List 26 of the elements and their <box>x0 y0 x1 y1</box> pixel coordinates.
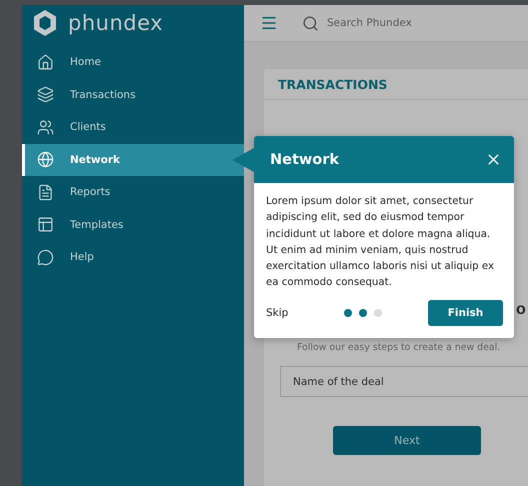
nav-item[interactable]: Clients <box>22 111 244 144</box>
card-heading: o <box>516 300 526 320</box>
nav-item[interactable]: Reports <box>22 176 244 208</box>
nav-item[interactable]: Home <box>22 46 244 78</box>
nav-item[interactable]: Help <box>22 241 244 274</box>
layers-icon <box>37 86 54 104</box>
deal-name-field[interactable]: Name of the deal <box>280 366 528 397</box>
menu-icon[interactable] <box>260 14 278 32</box>
next-button[interactable]: Next <box>333 426 481 455</box>
nav-item[interactable]: Transactions <box>22 78 244 111</box>
home-icon <box>37 54 54 71</box>
skip-button[interactable]: Skip <box>266 306 288 319</box>
card-subtitle: Follow our easy steps to create a new deal. <box>297 342 500 353</box>
search-icon <box>302 14 319 32</box>
card-title: TRANSACTIONS <box>264 69 528 100</box>
globe-icon <box>37 151 54 168</box>
nav-item[interactable]: Network <box>22 144 244 176</box>
popover-text: Lorem ipsum dolor sit amet, consectetur adipiscing elit, sed do eiusmod tempor incididunt ut labore et dolore magna aliqua. Ut enim ad minim veniam, quis nostrud exercitation ullamco laboris nisi ut aliquip ex ea commodo consequat. <box>265 195 495 290</box>
document-icon <box>37 184 54 201</box>
popover-title: Network <box>270 152 340 168</box>
layout-icon <box>37 216 54 234</box>
logo-text: phundex <box>68 11 164 35</box>
users-icon <box>37 118 54 136</box>
finish-button[interactable]: Finish <box>428 300 503 326</box>
speech-bubble-icon <box>37 248 54 266</box>
nav-item[interactable]: Templates <box>22 208 244 241</box>
